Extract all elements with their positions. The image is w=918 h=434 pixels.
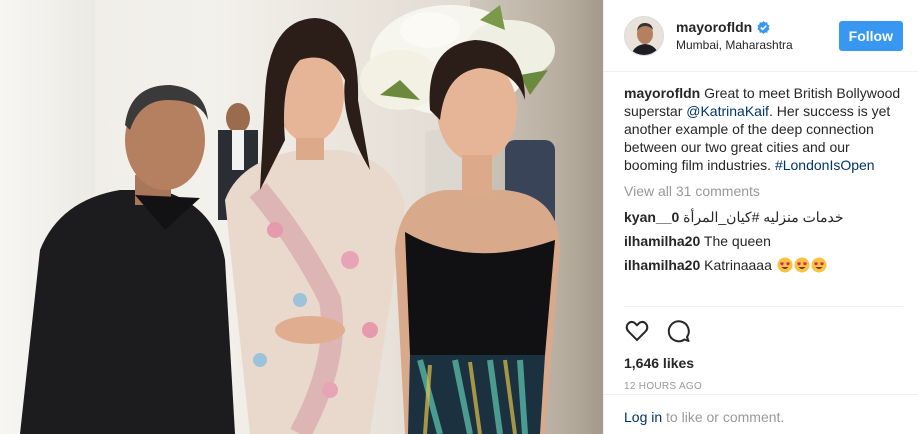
post-timestamp: 12 HOURS AGO xyxy=(624,381,703,392)
comment-text: The queen xyxy=(703,233,771,249)
heart-eyes-emoji-icon xyxy=(811,257,827,273)
caption-hashtag[interactable]: #LondonIsOpen xyxy=(775,157,875,173)
caption-mention[interactable]: @KatrinaKaif xyxy=(686,103,769,119)
instagram-post: mayorofldn Mumbai, Maharashtra Follow ma… xyxy=(0,0,918,434)
heart-eyes-emoji-icon xyxy=(777,257,793,273)
heart-outline-icon[interactable] xyxy=(624,318,650,344)
comment-item: ilhamilha20 The queen xyxy=(624,232,903,250)
post-side-panel: mayorofldn Mumbai, Maharashtra Follow ma… xyxy=(603,0,918,434)
comment-username[interactable]: kyan__0 xyxy=(624,209,679,225)
verified-badge-icon xyxy=(757,20,770,34)
speech-bubble-icon[interactable] xyxy=(666,318,692,344)
author-name-row: mayorofldn xyxy=(676,19,839,35)
likes-count[interactable]: 1,646 likes xyxy=(624,355,903,371)
post-location[interactable]: Mumbai, Maharashtra xyxy=(676,38,839,52)
post-caption: mayorofldn Great to meet British Bollywo… xyxy=(624,84,903,174)
heart-eyes-emoji-icon xyxy=(794,257,810,273)
login-link[interactable]: Log in xyxy=(624,409,662,425)
comment-item-partial xyxy=(624,280,903,288)
post-actions: 1,646 likes 12 HOURS AGO xyxy=(624,306,903,392)
comment-text: Katrinaaaa xyxy=(704,257,772,273)
comment-item: ilhamilha20 Katrinaaaa xyxy=(624,256,903,274)
avatar[interactable] xyxy=(624,15,664,56)
view-all-comments-link[interactable]: View all 31 comments xyxy=(624,182,903,200)
login-prompt: Log in to like or comment. xyxy=(604,394,918,425)
login-prompt-text: to like or comment. xyxy=(662,409,785,425)
avatar-image xyxy=(625,16,663,55)
comment-text: خدمات منزليه #كيان_المرأة xyxy=(683,209,844,225)
comment-username[interactable]: ilhamilha20 xyxy=(624,233,700,249)
follow-button[interactable]: Follow xyxy=(838,20,903,51)
photo-person-left xyxy=(20,85,235,434)
caption-username[interactable]: mayorofldn xyxy=(624,85,700,101)
post-header: mayorofldn Mumbai, Maharashtra Follow xyxy=(604,0,918,72)
comment-item: kyan__0 خدمات منزليه #كيان_المرأة xyxy=(624,208,903,226)
comment-username[interactable]: ilhamilha20 xyxy=(624,257,700,273)
partial-comment-hearts xyxy=(624,286,894,288)
post-photo[interactable] xyxy=(0,0,603,434)
author-username[interactable]: mayorofldn xyxy=(676,19,752,35)
photo-illustration xyxy=(20,5,560,434)
post-author-info: mayorofldn Mumbai, Maharashtra xyxy=(676,19,839,52)
action-icons xyxy=(624,317,903,345)
comments-section: mayorofldn Great to meet British Bollywo… xyxy=(604,72,918,294)
